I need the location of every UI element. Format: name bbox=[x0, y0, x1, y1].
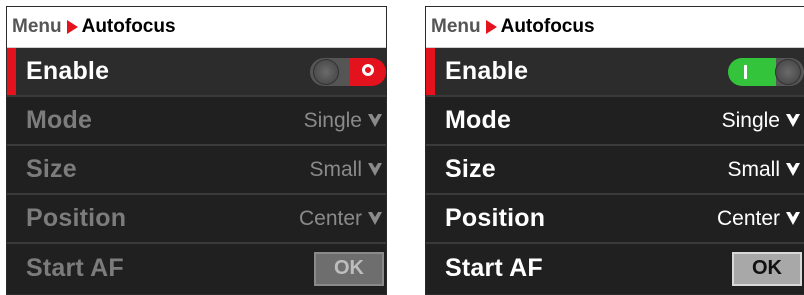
row-label-size: Size bbox=[445, 155, 496, 183]
enable-toggle-on[interactable] bbox=[728, 57, 804, 86]
size-select[interactable]: Small bbox=[727, 158, 800, 182]
row-label-enable: Enable bbox=[445, 57, 529, 85]
menu-row-size[interactable]: Size Small bbox=[426, 146, 804, 195]
toggle-on-bar-icon bbox=[744, 64, 747, 79]
position-select: Center bbox=[299, 207, 382, 231]
row-label-size: Size bbox=[26, 155, 77, 183]
chevron-down-icon bbox=[368, 162, 382, 177]
breadcrumb-current: Autofocus bbox=[500, 16, 595, 37]
row-label-position: Position bbox=[26, 204, 127, 232]
menu-row-position[interactable]: Position Center bbox=[426, 195, 804, 244]
menu-row-start-af[interactable]: Start AF OK bbox=[426, 244, 804, 293]
start-af-ok-button: OK bbox=[314, 251, 384, 286]
mode-select: Single bbox=[304, 109, 382, 133]
position-value: Center bbox=[298, 206, 362, 230]
position-select[interactable]: Center bbox=[717, 207, 800, 231]
row-label-enable: Enable bbox=[26, 57, 110, 85]
autofocus-menu-panel-disabled: Menu Autofocus Enable Mode Single Size S… bbox=[6, 6, 387, 295]
chevron-down-icon bbox=[368, 211, 382, 226]
chevron-down-icon bbox=[786, 113, 800, 128]
row-label-start-af: Start AF bbox=[26, 254, 124, 282]
row-label-start-af: Start AF bbox=[445, 254, 543, 282]
chevron-down-icon bbox=[786, 162, 800, 177]
row-label-position: Position bbox=[445, 204, 546, 232]
menu-row-position: Position Center bbox=[7, 195, 386, 244]
selection-indicator bbox=[7, 48, 16, 95]
menu-row-enable[interactable]: Enable bbox=[426, 48, 804, 97]
chevron-down-icon bbox=[786, 211, 800, 226]
toggle-knob-icon bbox=[775, 58, 801, 85]
mode-value: Single bbox=[303, 108, 362, 132]
size-value: Small bbox=[727, 157, 780, 181]
menu-breadcrumb: Menu Autofocus bbox=[7, 7, 386, 48]
toggle-off-ring-icon bbox=[362, 63, 374, 76]
toggle-knob-icon bbox=[313, 58, 339, 85]
menu-row-size: Size Small bbox=[7, 146, 386, 195]
start-af-ok-button[interactable]: OK bbox=[732, 251, 802, 286]
enable-toggle-off[interactable] bbox=[310, 57, 386, 86]
menu-breadcrumb: Menu Autofocus bbox=[426, 7, 804, 48]
autofocus-menu-panel-enabled: Menu Autofocus Enable Mode Single Size S… bbox=[425, 6, 804, 295]
menu-row-mode: Mode Single bbox=[7, 97, 386, 146]
menu-row-enable[interactable]: Enable bbox=[7, 48, 386, 97]
selection-indicator bbox=[426, 48, 435, 95]
position-value: Center bbox=[716, 206, 780, 230]
breadcrumb-current: Autofocus bbox=[81, 16, 176, 37]
menu-row-start-af: Start AF OK bbox=[7, 244, 386, 293]
mode-select[interactable]: Single bbox=[722, 109, 800, 133]
breadcrumb-root[interactable]: Menu bbox=[12, 16, 62, 38]
row-label-mode: Mode bbox=[445, 106, 512, 134]
breadcrumb-root[interactable]: Menu bbox=[431, 16, 481, 38]
chevron-right-icon bbox=[485, 20, 497, 34]
chevron-down-icon bbox=[368, 113, 382, 128]
mode-value: Single bbox=[721, 108, 780, 132]
menu-row-mode[interactable]: Mode Single bbox=[426, 97, 804, 146]
chevron-right-icon bbox=[66, 20, 78, 34]
size-value: Small bbox=[309, 157, 362, 181]
row-label-mode: Mode bbox=[26, 106, 93, 134]
size-select: Small bbox=[309, 158, 382, 182]
